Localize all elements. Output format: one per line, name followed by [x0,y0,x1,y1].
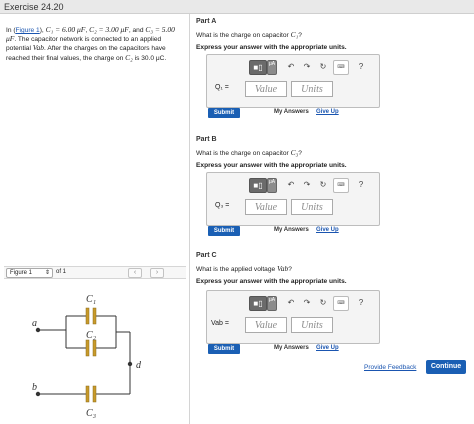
template-icon[interactable]: ■▯ [249,178,267,193]
part-b-title: Part B [196,136,217,143]
reset-icon[interactable]: ↻ [317,178,329,193]
units-input[interactable]: Units [291,317,333,333]
label-d: d [136,360,142,371]
continue-button[interactable]: Continue [426,360,466,374]
math-toolbar: ■▯ μA ↶ ↷ ↻ ⌨ ? [237,60,377,76]
figure-count: of 1 [56,269,67,275]
exercise-title: Exercise 24.20 [4,2,64,12]
label-c2: C₂ [86,330,97,341]
help-button[interactable]: ? [355,178,367,193]
keyboard-icon[interactable]: ⌨ [333,178,349,193]
units-mu-button[interactable]: μA [267,60,277,75]
capacitor-c3-plate-right [92,385,97,403]
units-input[interactable]: Units [291,81,333,97]
node-d [127,361,133,367]
left-panel: In (Figure 1), C₁ = 6.00 μF, C₂ = 3.00 μ… [0,14,190,424]
circuit-diagram: C₁ C₂ C₃ a b d [32,294,142,419]
undo-icon[interactable]: ↶ [285,296,297,311]
part-b-answer-box: ■▯ μA ↶ ↷ ↻ ⌨ ? Q₃ = Value Units [206,172,380,226]
value-input[interactable]: Value [245,81,287,97]
c1-value: C₁ = 6.00 μF [45,25,86,34]
part-b: Part B What is the charge on capacitor C… [196,136,466,169]
part-b-instruction: Express your answer with the appropriate… [196,162,347,169]
part-c-my-answers-link[interactable]: My Answers [274,345,309,351]
redo-icon[interactable]: ↷ [301,178,313,193]
part-c-submit-button[interactable]: Submit [208,344,240,354]
part-a-question: What is the charge on capacitor C₁? [196,30,302,39]
part-c-instruction: Express your answer with the appropriate… [196,278,347,285]
previous-figure-button[interactable]: ‹ [128,268,142,278]
value-input[interactable]: Value [245,199,287,215]
reset-icon[interactable]: ↻ [317,60,329,75]
part-c-question: What is the applied voltage Vab? [196,264,292,273]
part-c-title: Part C [196,252,217,259]
template-icon[interactable]: ■▯ [249,296,267,311]
part-b-submit-button[interactable]: Submit [208,226,240,236]
c2-symbol: C₂ [125,52,133,62]
chevron-left-icon: ‹ [133,269,137,276]
math-toolbar: ■▯ μA ↶ ↷ ↻ ⌨ ? [237,296,377,312]
math-toolbar: ■▯ μA ↶ ↷ ↻ ⌨ ? [237,178,377,194]
reset-icon[interactable]: ↻ [317,296,329,311]
chevron-right-icon: › [155,269,159,276]
help-button[interactable]: ? [355,60,367,75]
label-b: b [32,382,37,393]
keyboard-icon[interactable]: ⌨ [333,60,349,75]
part-a-my-answers-link[interactable]: My Answers [274,109,309,115]
part-a-give-up-link[interactable]: Give Up [316,109,339,115]
stepper-arrows-icon: ⇕ [44,270,50,276]
redo-icon[interactable]: ↷ [301,296,313,311]
units-input[interactable]: Units [291,199,333,215]
undo-icon[interactable]: ↶ [285,178,297,193]
part-b-my-answers-link[interactable]: My Answers [274,227,309,233]
vab-symbol: Vab [32,43,45,53]
part-b-question: What is the charge on capacitor C₃? [196,148,302,157]
part-c-answer-box: ■▯ μA ↶ ↷ ↻ ⌨ ? Vab = Value Units [206,290,380,344]
keyboard-icon[interactable]: ⌨ [333,296,349,311]
label-c1: C₁ [86,294,96,305]
part-a-submit-button[interactable]: Submit [208,108,240,118]
redo-icon[interactable]: ↷ [301,60,313,75]
exercise-header: Exercise 24.20 [0,0,474,14]
units-mu-button[interactable]: μA [267,296,277,311]
template-icon[interactable]: ■▯ [249,60,267,75]
part-a-title: Part A [196,18,217,25]
part-c: Part C What is the applied voltage Vab? … [196,252,466,285]
variable-label: Vab = [211,320,229,327]
undo-icon[interactable]: ↶ [285,60,297,75]
capacitor-c1-plate-right [92,307,97,325]
variable-label: Q₃ = [215,202,230,209]
capacitor-c1-plate-left [85,307,90,325]
value-input[interactable]: Value [245,317,287,333]
part-b-give-up-link[interactable]: Give Up [316,227,339,233]
variable-label: Q₁ = [215,84,229,91]
provide-feedback-link[interactable]: Provide Feedback [364,364,416,371]
label-a: a [32,318,37,329]
part-a: Part A What is the charge on capacitor C… [196,18,466,51]
label-c3: C₃ [86,408,97,419]
capacitor-c3-plate-left [85,385,90,403]
figure-link[interactable]: Figure 1 [16,27,40,34]
units-mu-button[interactable]: μA [267,178,277,193]
capacitor-c2-plate-right [92,339,97,357]
figure-selector[interactable]: Figure 1 ⇕ [6,268,53,278]
capacitor-c2-plate-left [85,339,90,357]
next-figure-button[interactable]: › [150,268,164,278]
figure-navigation: Figure 1 ⇕ of 1 ‹ › [4,266,186,279]
part-c-give-up-link[interactable]: Give Up [316,345,339,351]
problem-statement: In (Figure 1), C₁ = 6.00 μF, C₂ = 3.00 μ… [6,25,175,62]
part-a-instruction: Express your answer with the appropriate… [196,44,347,51]
help-button[interactable]: ? [355,296,367,311]
c2-value: C₂ = 3.00 μF [89,25,129,34]
part-a-answer-box: ■▯ μA ↶ ↷ ↻ ⌨ ? Q₁ = Value Units [206,54,380,108]
